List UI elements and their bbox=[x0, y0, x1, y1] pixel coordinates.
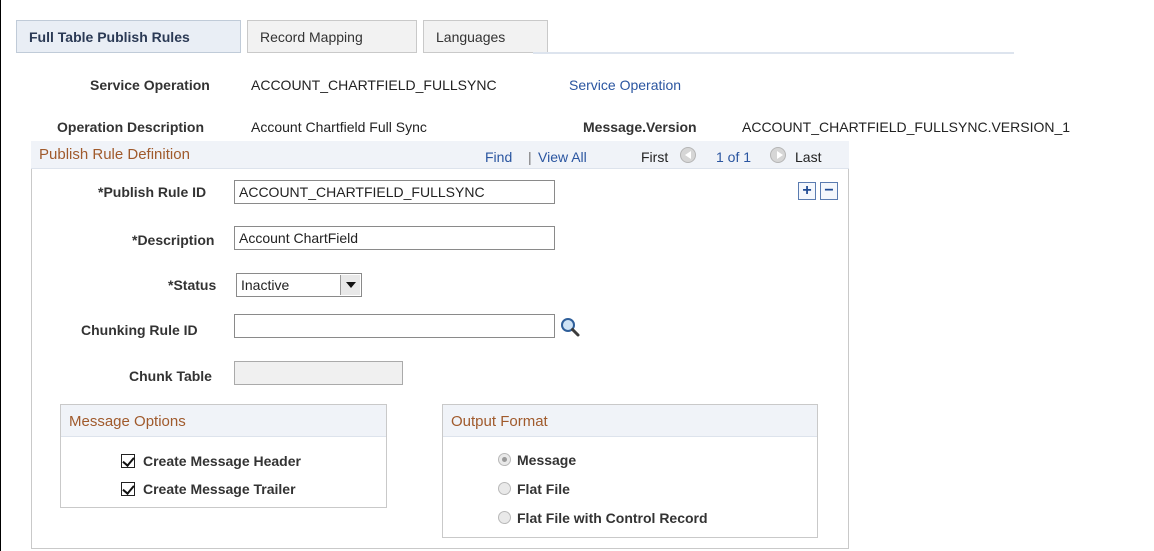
chunking-rule-id-label: Chunking Rule ID bbox=[81, 322, 198, 338]
flat-file-control-record-radio[interactable] bbox=[498, 511, 511, 524]
tab-label: Languages bbox=[436, 29, 506, 45]
row-count: 1 of 1 bbox=[716, 149, 752, 165]
create-message-trailer-checkbox[interactable] bbox=[121, 482, 135, 496]
nav-separator: | bbox=[528, 149, 532, 165]
chunk-table-input bbox=[234, 361, 403, 385]
message-options-header: Message Options bbox=[61, 405, 386, 437]
view-all-link[interactable]: View All bbox=[538, 149, 587, 165]
operation-description-value: Account Chartfield Full Sync bbox=[251, 119, 427, 135]
chunk-table-label: Chunk Table bbox=[129, 368, 212, 384]
first-label: First bbox=[641, 149, 669, 165]
last-label: Last bbox=[795, 149, 822, 165]
chunking-rule-id-input[interactable] bbox=[234, 314, 555, 338]
publish-rule-id-label: *Publish Rule ID bbox=[98, 184, 207, 200]
previous-row-icon[interactable] bbox=[680, 147, 696, 164]
message-radio[interactable] bbox=[498, 453, 511, 466]
next-row-icon[interactable] bbox=[770, 147, 786, 164]
service-operation-link[interactable]: Service Operation bbox=[569, 77, 681, 93]
find-link[interactable]: Find bbox=[485, 149, 512, 165]
tab-label: Record Mapping bbox=[260, 29, 363, 45]
search-icon[interactable] bbox=[558, 315, 582, 339]
message-options-title: Message Options bbox=[69, 413, 186, 430]
create-message-trailer-label: Create Message Trailer bbox=[143, 481, 296, 497]
description-input[interactable]: Account ChartField bbox=[234, 226, 555, 250]
publish-rule-id-input[interactable]: ACCOUNT_CHARTFIELD_FULLSYNC bbox=[234, 180, 555, 204]
status-select[interactable]: Inactive bbox=[236, 273, 362, 297]
service-operation-label: Service Operation bbox=[90, 77, 210, 93]
message-version-value: ACCOUNT_CHARTFIELD_FULLSYNC.VERSION_1 bbox=[742, 119, 1071, 135]
status-label: *Status bbox=[168, 277, 217, 293]
add-row-button[interactable]: + bbox=[798, 182, 816, 200]
operation-description-label: Operation Description bbox=[57, 119, 205, 135]
output-format-title: Output Format bbox=[451, 413, 548, 430]
delete-row-button[interactable]: − bbox=[820, 182, 838, 200]
flat-file-radio[interactable] bbox=[498, 482, 511, 495]
output-format-header: Output Format bbox=[443, 405, 817, 437]
message-version-label: Message.Version bbox=[583, 119, 697, 135]
chevron-down-icon[interactable] bbox=[340, 275, 360, 295]
flat-file-control-record-radio-label: Flat File with Control Record bbox=[517, 510, 708, 526]
tab-label: Full Table Publish Rules bbox=[29, 29, 190, 45]
service-operation-value: ACCOUNT_CHARTFIELD_FULLSYNC bbox=[251, 77, 497, 93]
tab-record-mapping[interactable]: Record Mapping bbox=[247, 20, 417, 53]
message-radio-label: Message bbox=[517, 452, 577, 468]
tab-full-table-publish-rules[interactable]: Full Table Publish Rules bbox=[16, 20, 241, 53]
create-message-header-checkbox[interactable] bbox=[121, 454, 135, 468]
description-label: *Description bbox=[132, 232, 215, 248]
tab-divider bbox=[533, 52, 1014, 54]
tab-bar: Full Table Publish Rules Record Mapping … bbox=[16, 20, 1014, 53]
status-value: Inactive bbox=[241, 277, 290, 293]
tab-languages[interactable]: Languages bbox=[423, 20, 548, 53]
create-message-header-label: Create Message Header bbox=[143, 453, 301, 469]
publish-rule-definition-title: Publish Rule Definition bbox=[39, 146, 190, 163]
flat-file-radio-label: Flat File bbox=[517, 481, 570, 497]
